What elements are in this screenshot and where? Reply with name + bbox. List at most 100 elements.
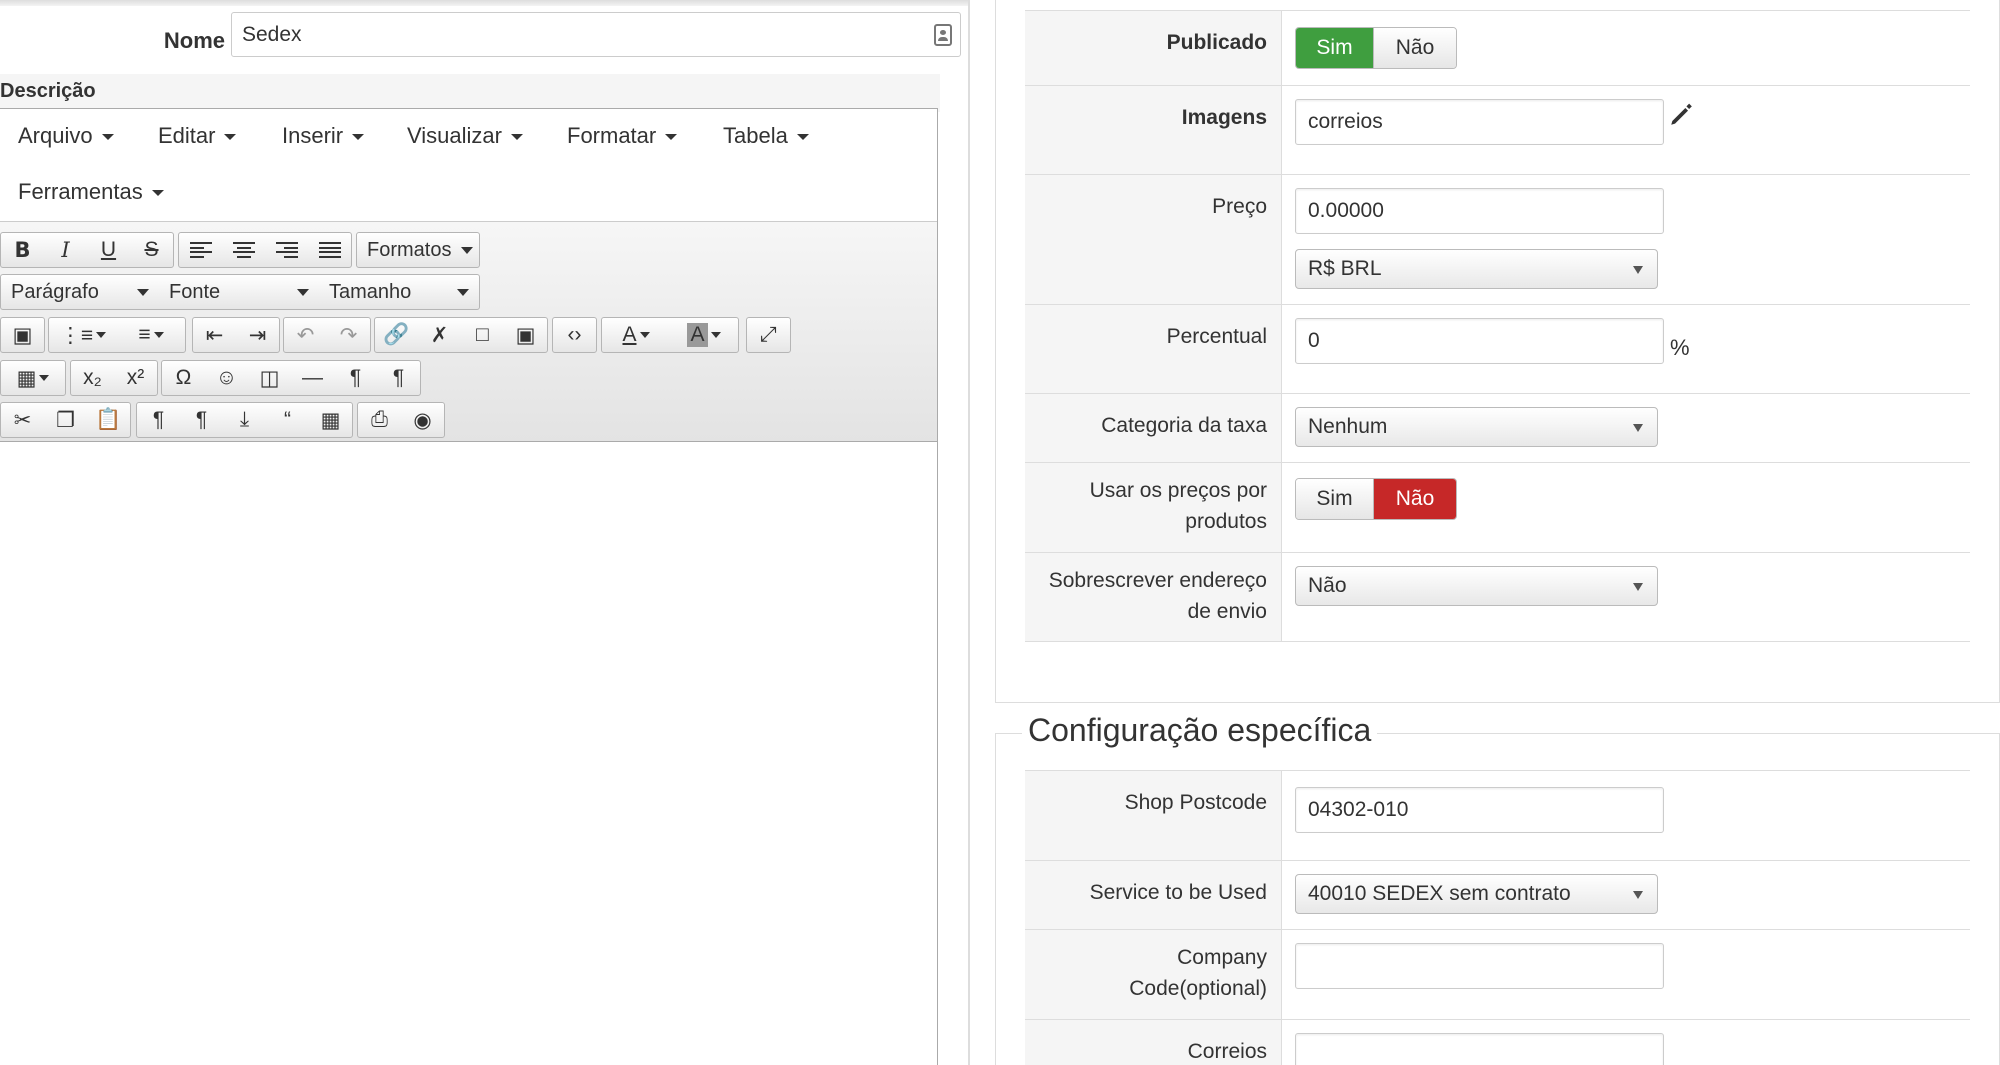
menu-formatar[interactable]: Formatar: [567, 123, 677, 149]
categoria-taxa-value: Nenhum: [1308, 415, 1388, 438]
print-group: ⎙ ◉: [357, 402, 445, 438]
usar-precos-toggle: Sim Não: [1295, 478, 1457, 520]
find-replace-button[interactable]: ▣: [1, 318, 44, 352]
numbered-list-icon: ≡: [138, 323, 151, 346]
usar-precos-sim[interactable]: Sim: [1296, 479, 1374, 519]
justify-icon: [318, 242, 341, 258]
categoria-taxa-label: Categoria da taxa: [1025, 394, 1282, 462]
align-center-icon: [232, 242, 255, 258]
bullet-list-button[interactable]: ⋮≡: [49, 318, 117, 352]
pilcrow-alt-icon: ¶: [195, 408, 208, 431]
print-button[interactable]: ⎙: [358, 403, 401, 437]
text-color-icon: A: [622, 323, 637, 346]
copy-icon: ❐: [56, 408, 75, 432]
menu-tabela-label: Tabela: [723, 123, 788, 148]
imagens-input[interactable]: correios: [1295, 99, 1664, 145]
emoticon-button[interactable]: ☺: [205, 361, 248, 395]
subscript-icon: x₂: [83, 366, 102, 389]
shop-postcode-input[interactable]: 04302-010: [1295, 787, 1664, 833]
bookmark-button[interactable]: □: [461, 318, 504, 352]
rtl-button[interactable]: ¶: [377, 361, 420, 395]
editor-content-area[interactable]: [0, 443, 937, 1065]
hr-button[interactable]: —: [291, 361, 334, 395]
align-right-icon: [275, 242, 298, 258]
menu-inserir[interactable]: Inserir: [282, 123, 364, 149]
service-select[interactable]: 40010 SEDEX sem contrato: [1295, 874, 1658, 914]
row-categoria-taxa: Categoria da taxa Nenhum: [1025, 393, 1970, 462]
undo-button[interactable]: ↶: [284, 318, 327, 352]
italic-button[interactable]: I: [44, 233, 87, 267]
menu-arquivo[interactable]: Arquivo: [18, 123, 114, 149]
template-button[interactable]: ▦: [309, 403, 352, 437]
cut-button[interactable]: ✂: [1, 403, 44, 437]
publicado-nao[interactable]: Não: [1374, 28, 1456, 68]
menu-visualizar[interactable]: Visualizar: [407, 123, 523, 149]
image-button[interactable]: ▣: [504, 318, 547, 352]
menu-tabela[interactable]: Tabela: [723, 123, 809, 149]
strikethrough-button[interactable]: S: [130, 233, 173, 267]
link-button[interactable]: 🔗: [375, 318, 418, 352]
visualblocks-button[interactable]: ¶: [137, 403, 180, 437]
bold-button[interactable]: B: [1, 233, 44, 267]
tamanho-dropdown[interactable]: Tamanho: [319, 275, 479, 309]
top-border: [0, 0, 970, 6]
service-value: 40010 SEDEX sem contrato: [1308, 882, 1571, 905]
horizontal-rule-icon: —: [302, 366, 323, 389]
nonbreaking-button[interactable]: ⤓: [223, 403, 266, 437]
menu-visualizar-label: Visualizar: [407, 123, 502, 148]
media-button[interactable]: ◫: [248, 361, 291, 395]
special-char-button[interactable]: Ω: [162, 361, 205, 395]
fullscreen-button[interactable]: ⤢: [747, 318, 790, 352]
preco-input[interactable]: 0.00000: [1295, 188, 1664, 234]
align-left-button[interactable]: [179, 233, 222, 267]
company-code-input[interactable]: [1295, 943, 1664, 989]
publicado-sim[interactable]: Sim: [1296, 28, 1374, 68]
align-right-button[interactable]: [265, 233, 308, 267]
outdent-button[interactable]: ⇤: [193, 318, 236, 352]
pilcrow-icon: ¶: [152, 408, 165, 431]
table-group: ▦: [0, 360, 66, 396]
preview-button[interactable]: ◉: [401, 403, 444, 437]
table-button[interactable]: ▦: [1, 361, 65, 395]
ltr-button[interactable]: ¶: [334, 361, 377, 395]
code-button[interactable]: ‹›: [553, 318, 596, 352]
subscript-button[interactable]: x₂: [71, 361, 114, 395]
usar-precos-nao[interactable]: Não: [1374, 479, 1456, 519]
fonte-dropdown[interactable]: Fonte: [159, 275, 319, 309]
indent-button[interactable]: ⇥: [236, 318, 279, 352]
editor-menubar: Arquivo Editar Inserir Visualizar Format…: [0, 109, 937, 222]
correios-input[interactable]: [1295, 1033, 1664, 1065]
unlink-button[interactable]: ✗: [418, 318, 461, 352]
superscript-icon: x²: [126, 366, 145, 389]
paste-button[interactable]: 📋: [87, 403, 130, 437]
categoria-taxa-select[interactable]: Nenhum: [1295, 407, 1658, 447]
visualchars-button[interactable]: ¶: [180, 403, 223, 437]
row-correios: Correios: [1025, 1019, 1970, 1065]
percent-unit: %: [1670, 335, 1690, 360]
blockquote-button[interactable]: “: [266, 403, 309, 437]
company-code-label-line1: Company: [1177, 946, 1267, 969]
numbered-list-button[interactable]: ≡: [117, 318, 185, 352]
superscript-button[interactable]: x²: [114, 361, 157, 395]
pencil-icon[interactable]: [1668, 102, 1694, 128]
currency-select[interactable]: R$ BRL: [1295, 249, 1658, 289]
background-color-button[interactable]: A: [670, 318, 738, 352]
percentual-label: Percentual: [1025, 305, 1282, 393]
copy-button[interactable]: ❐: [44, 403, 87, 437]
menu-editar[interactable]: Editar: [158, 123, 236, 149]
nome-input[interactable]: Sedex: [231, 12, 961, 57]
row-sobrescrever: Sobrescrever endereço de envio Não: [1025, 552, 1970, 642]
link-group: 🔗 ✗ □ ▣: [374, 317, 548, 353]
paragrafo-dropdown[interactable]: Parágrafo: [1, 275, 159, 309]
formatos-dropdown[interactable]: Formatos: [356, 232, 480, 268]
publicado-toggle: Sim Não: [1295, 27, 1457, 69]
percentual-input[interactable]: 0: [1295, 318, 1664, 364]
underline-button[interactable]: U: [87, 233, 130, 267]
sobrescrever-select[interactable]: Não: [1295, 566, 1658, 606]
text-color-button[interactable]: A: [602, 318, 670, 352]
align-center-button[interactable]: [222, 233, 265, 267]
font-selects: Parágrafo Fonte Tamanho: [0, 274, 480, 310]
redo-button[interactable]: ↷: [327, 318, 370, 352]
menu-ferramentas[interactable]: Ferramentas: [18, 179, 164, 205]
justify-button[interactable]: [308, 233, 351, 267]
